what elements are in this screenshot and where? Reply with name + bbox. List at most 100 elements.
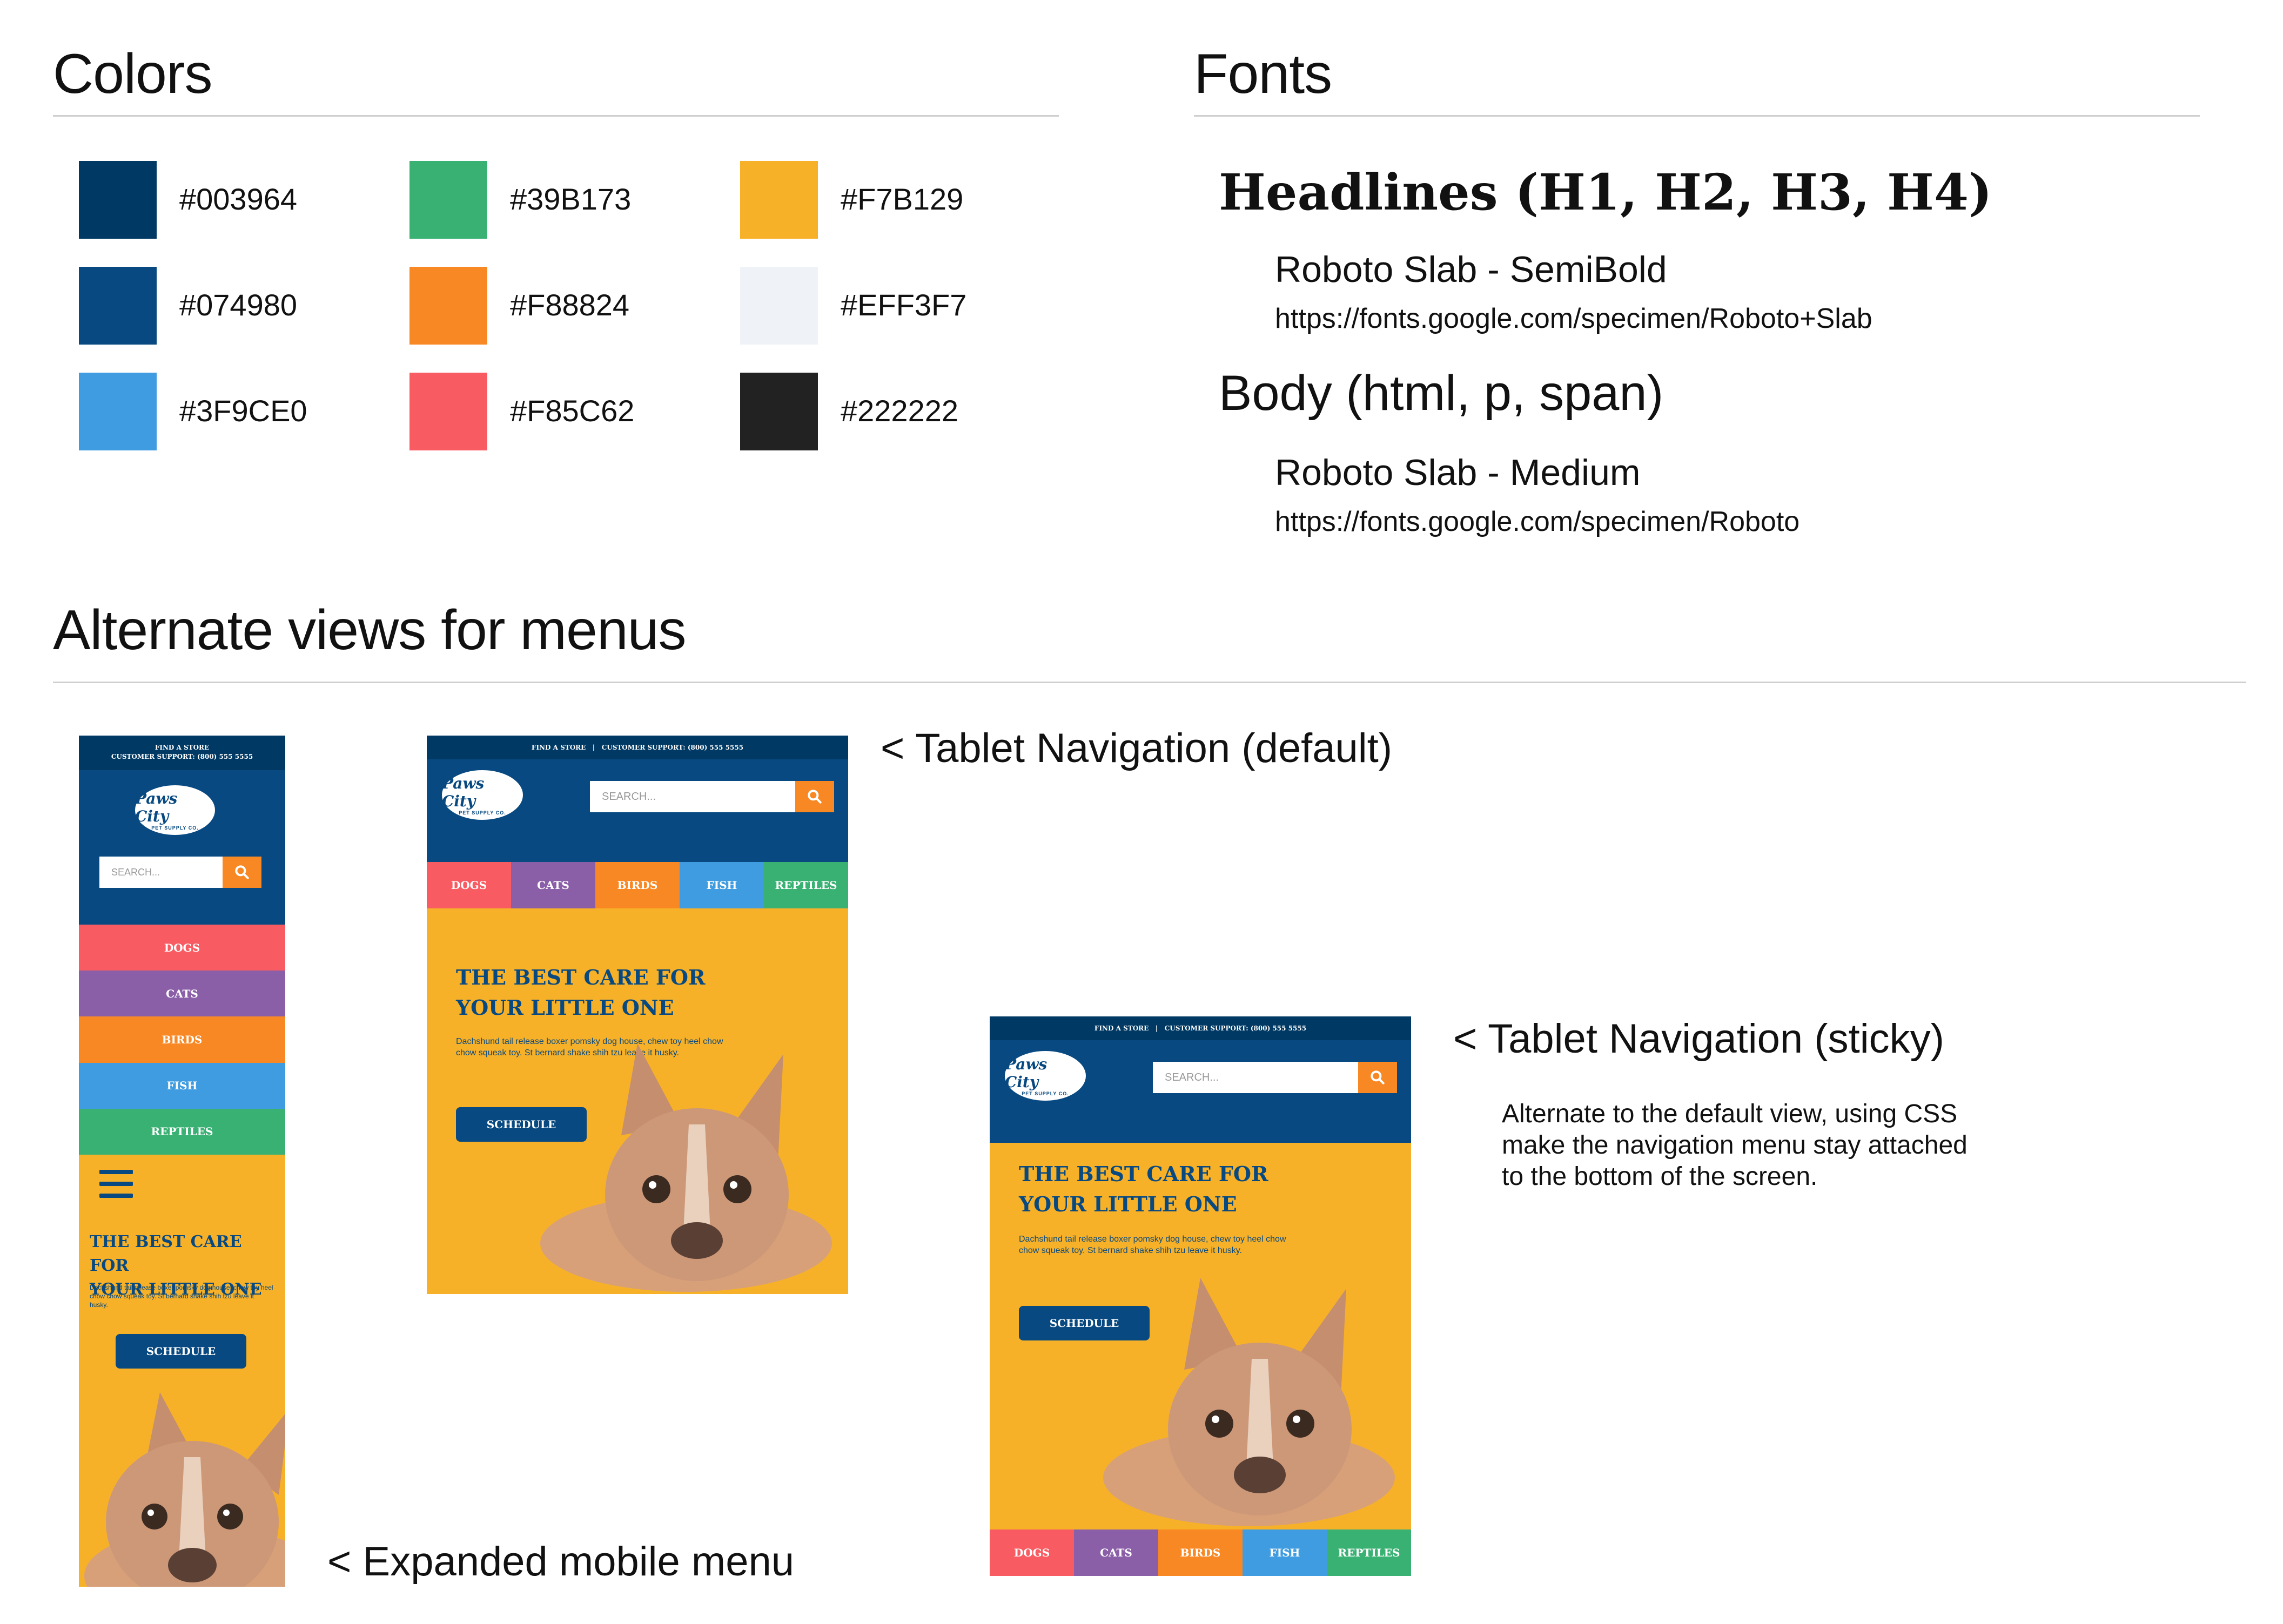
nav-item-birds[interactable]: BIRDS [79,1016,285,1063]
logo-wordmark: Paws City [442,774,485,810]
color-hex-label: #39B173 [510,182,632,216]
hamburger-icon[interactable] [99,1169,133,1198]
tablet-default-topbar[interactable]: FIND A STORE | CUSTOMER SUPPORT: (800) 5… [427,736,848,759]
nav-item-reptiles[interactable]: REPTILES [764,862,848,908]
nav-item-reptiles[interactable]: REPTILES [1327,1529,1411,1576]
tablet-sticky-topbar[interactable]: FIND A STORE | CUSTOMER SUPPORT: (800) 5… [990,1016,1411,1040]
menus-title: Alternate views for menus [53,599,687,662]
hero-title-line-1: THE BEST CARE FOR [456,965,706,989]
nav-item-fish[interactable]: FISH [79,1062,285,1109]
mobile-mockup: FIND A STORE CUSTOMER SUPPORT: (800) 555… [79,736,285,1587]
tablet-default-nav: DOGS CATS BIRDS FISH REPTILES [427,862,848,908]
color-swatch [409,161,487,239]
search-button[interactable] [795,781,834,812]
fonts-title: Fonts [1194,43,1332,105]
color-hex-label: #074980 [179,288,298,322]
caption-tablet-default: < Tablet Navigation (default) [881,725,1393,771]
body-font-name: Roboto Slab - Medium [1275,452,1641,493]
color-hex-label: #003964 [179,182,298,216]
search-input[interactable]: SEARCH... [590,781,795,812]
color-hex-label: #F7B129 [841,182,964,216]
tablet-search: SEARCH... [590,781,834,812]
hero-title-line-1: THE BEST CARE FOR [90,1232,242,1275]
tablet-sticky-mockup: FIND A STORE | CUSTOMER SUPPORT: (800) 5… [990,1016,1411,1576]
color-hex-label: #3F9CE0 [179,394,307,428]
headline-font-url[interactable]: https://fonts.google.com/specimen/Roboto… [1275,302,1872,335]
fonts-divider [1194,115,2200,117]
mobile-header: Paws City PET SUPPLY CO. SEARCH... [79,770,285,925]
mobile-hero-body: Dachshund tail release boxer pomsky dog … [90,1283,273,1309]
logo-tagline: PET SUPPLY CO. [459,810,506,816]
color-hex-label: #222222 [841,394,959,428]
caption-tablet-sticky: < Tablet Navigation (sticky) [1453,1016,1944,1062]
search-icon [1371,1070,1385,1084]
logo-tagline: PET SUPPLY CO. [1022,1091,1069,1096]
dog-illustration [540,1043,832,1292]
mobile-logo[interactable]: Paws City PET SUPPLY CO. [135,785,215,835]
color-swatch [409,267,487,345]
colors-title: Colors [53,43,213,105]
nav-item-dogs[interactable]: DOGS [79,925,285,971]
tablet-default-hero: THE BEST CARE FOR YOUR LITTLE ONE Dachsh… [427,908,848,1294]
hero-title-line-2: YOUR LITTLE ONE [456,995,674,1020]
colors-divider [53,115,1059,117]
color-swatch [740,161,818,239]
menus-divider [53,682,2246,683]
schedule-button[interactable]: SCHEDULE [116,1333,246,1369]
nav-item-cats[interactable]: CATS [511,862,595,908]
dog-illustration [84,1392,285,1587]
nav-item-reptiles[interactable]: REPTILES [79,1108,285,1155]
mobile-find-store[interactable]: FIND A STORE [79,743,285,752]
nav-item-fish[interactable]: FISH [680,862,764,908]
nav-item-dogs[interactable]: DOGS [990,1529,1074,1576]
search-input[interactable]: SEARCH... [1153,1062,1358,1093]
headline-font-label: Headlines (H1, H2, H3, H4) [1219,163,1992,221]
nav-item-birds[interactable]: BIRDS [595,862,680,908]
tablet-logo[interactable]: Paws City PET SUPPLY CO. [1005,1051,1086,1101]
nav-item-birds[interactable]: BIRDS [1158,1529,1243,1576]
color-swatch [409,373,487,450]
tablet-sticky-hero: THE BEST CARE FOR YOUR LITTLE ONE Dachsh… [990,1143,1411,1529]
dog-illustration [1103,1278,1395,1526]
logo-wordmark: Paws City [1005,1055,1048,1091]
logo-wordmark: Paws City [135,790,178,825]
headline-font-name: Roboto Slab - SemiBold [1275,249,1667,290]
caption-mobile: < Expanded mobile menu [327,1539,795,1585]
color-swatch [740,267,818,345]
color-swatch [79,267,157,345]
mobile-search: SEARCH... [99,857,261,888]
mobile-hero: THE BEST CARE FOR YOUR LITTLE ONE Dachsh… [79,1154,285,1587]
tablet-sticky-header: Paws City PET SUPPLY CO. SEARCH... [990,1040,1411,1143]
tablet-search: SEARCH... [1153,1062,1397,1093]
mobile-nav: DOGS CATS BIRDS FISH REPTILES [79,925,285,1155]
nav-item-cats[interactable]: CATS [1074,1529,1158,1576]
tablet-default-mockup: FIND A STORE | CUSTOMER SUPPORT: (800) 5… [427,736,848,1294]
logo-tagline: PET SUPPLY CO. [151,825,199,831]
nav-item-cats[interactable]: CATS [79,971,285,1017]
mobile-topbar: FIND A STORE CUSTOMER SUPPORT: (800) 555… [79,736,285,770]
color-swatch [79,161,157,239]
tablet-hero-title: THE BEST CARE FOR YOUR LITTLE ONE [1019,1159,1268,1219]
nav-item-fish[interactable]: FISH [1243,1529,1327,1576]
color-hex-label: #EFF3F7 [841,288,967,322]
nav-item-dogs[interactable]: DOGS [427,862,511,908]
color-hex-label: #F88824 [510,288,630,322]
color-swatch [740,373,818,450]
mobile-support[interactable]: CUSTOMER SUPPORT: (800) 555 5555 [79,752,285,762]
search-icon [235,865,249,879]
body-font-url[interactable]: https://fonts.google.com/specimen/Roboto [1275,506,1799,538]
tablet-sticky-nav: DOGS CATS BIRDS FISH REPTILES [990,1529,1411,1576]
color-swatch [79,373,157,450]
search-input[interactable]: SEARCH... [99,857,223,888]
hero-title-line-1: THE BEST CARE FOR [1019,1162,1268,1186]
search-button[interactable] [1358,1062,1397,1093]
search-icon [808,790,822,804]
tablet-hero-body: Dachshund tail release boxer pomsky dog … [1019,1235,1286,1255]
color-hex-label: #F85C62 [510,394,635,428]
body-font-label: Body (html, p, span) [1219,366,1664,421]
search-button[interactable] [223,857,261,888]
tablet-hero-title: THE BEST CARE FOR YOUR LITTLE ONE [456,962,706,1023]
sticky-note: Alternate to the default view, using CSS… [1502,1100,1968,1191]
tablet-logo[interactable]: Paws City PET SUPPLY CO. [442,770,523,820]
hero-title-line-2: YOUR LITTLE ONE [1019,1192,1237,1216]
